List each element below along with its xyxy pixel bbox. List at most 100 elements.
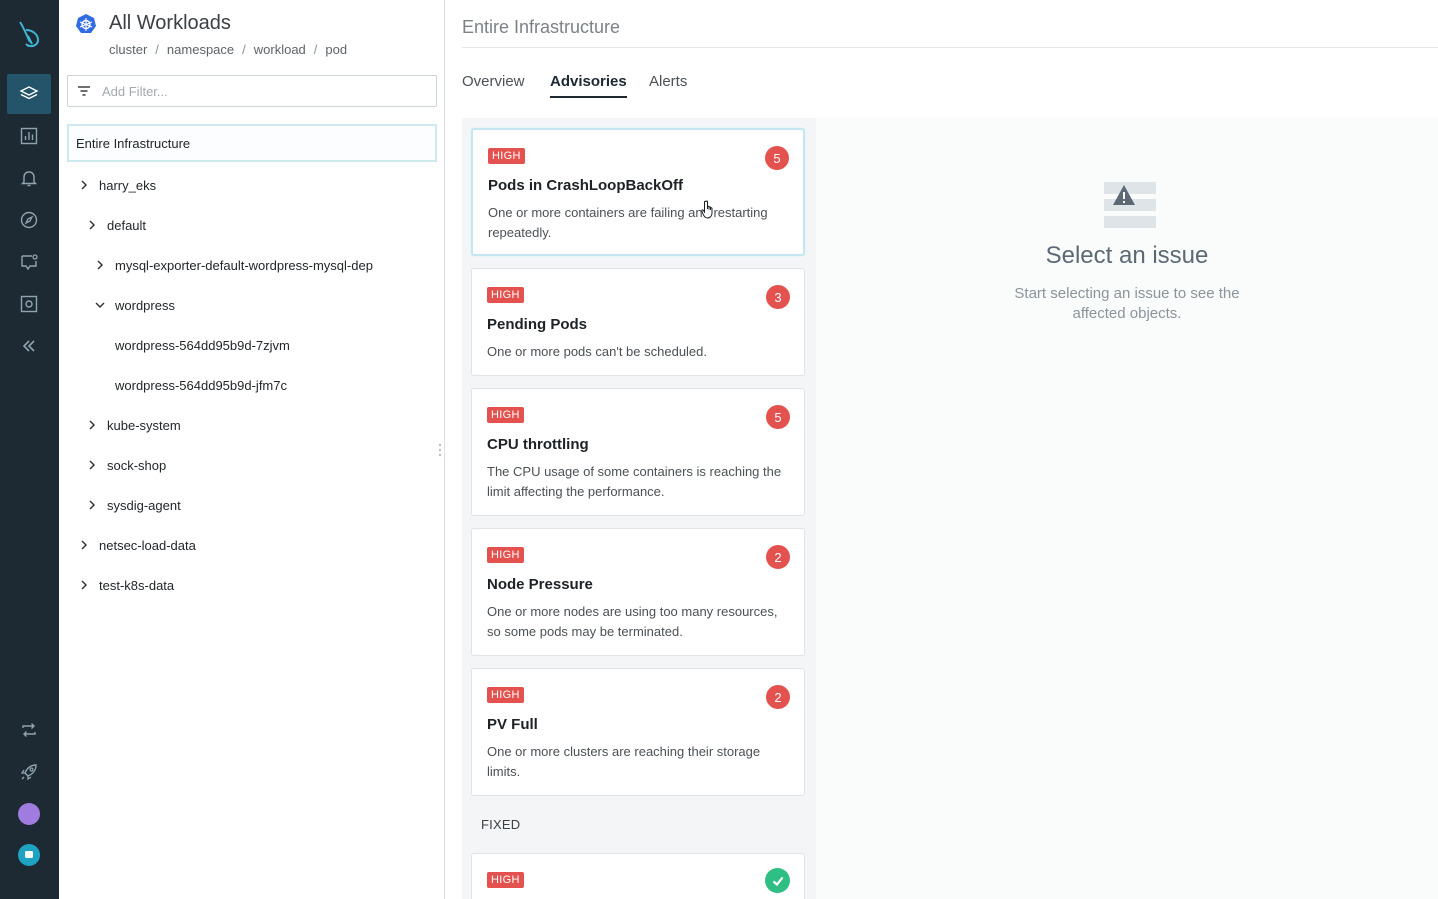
tree-item-netsec-load-data[interactable]: netsec-load-data: [77, 535, 196, 555]
tree-item-entire-infrastructure[interactable]: Entire Infrastructure: [67, 124, 437, 162]
breadcrumb-separator: /: [155, 42, 159, 57]
tree-item-default[interactable]: default: [85, 215, 146, 235]
issue-title: CPU throttling: [487, 436, 589, 453]
filter-input[interactable]: [102, 76, 422, 106]
kubernetes-icon: [76, 14, 96, 33]
chevron-right-icon[interactable]: [77, 538, 91, 552]
tab-overview[interactable]: Overview: [462, 73, 525, 96]
nav-events-button[interactable]: [7, 242, 51, 282]
breadcrumb-separator: /: [313, 42, 318, 57]
issue-card-pv-full[interactable]: HIGH 2 PV Full One or more clusters are …: [471, 668, 805, 796]
tree-item-harry-eks[interactable]: harry_eks: [77, 175, 156, 195]
filter-icon: [78, 86, 90, 96]
empty-state-text-content: Start selecting an issue to see the affe…: [1014, 285, 1240, 322]
breadcrumb-pod[interactable]: pod: [325, 42, 347, 57]
severity-badge: HIGH: [487, 407, 524, 423]
tree-item-pod[interactable]: wordpress-564dd95b9d-jfm7c: [115, 375, 287, 395]
collapse-nav-button[interactable]: [7, 326, 51, 366]
capture-camera-icon: [20, 295, 38, 313]
tree-item-label: wordpress: [115, 297, 175, 313]
issue-count-badge: 2: [766, 545, 790, 569]
breadcrumb-separator: /: [242, 42, 246, 57]
chevron-down-icon[interactable]: [93, 298, 107, 312]
issue-title: Node Pressure: [487, 576, 593, 593]
chevron-right-icon[interactable]: [77, 178, 91, 192]
tree-item-sock-shop[interactable]: sock-shop: [85, 455, 166, 475]
workloads-pane: All Workloads cluster / namespace / work…: [59, 0, 445, 899]
chevron-right-icon[interactable]: [85, 458, 99, 472]
tab-alerts[interactable]: Alerts: [649, 73, 687, 96]
pane-resize-handle[interactable]: [438, 443, 442, 457]
main-content: Entire Infrastructure Overview Advisorie…: [445, 0, 1438, 899]
nav-captures-button[interactable]: [7, 284, 51, 324]
dashboard-chart-icon: [20, 127, 38, 145]
issue-card-node-pressure[interactable]: HIGH 2 Node Pressure One or more nodes a…: [471, 528, 805, 656]
tree-item-label: netsec-load-data: [99, 537, 196, 553]
chat-bubble-icon: [25, 851, 33, 858]
tree-item-test-k8s-data[interactable]: test-k8s-data: [77, 575, 174, 595]
empty-state-text: Start selecting an issue to see the affe…: [816, 284, 1438, 324]
tree-item-label: mysql-exporter-default-wordpress-mysql-d…: [115, 257, 373, 273]
issue-title: PV Full: [487, 716, 538, 733]
issue-description: One or more nodes are using too many res…: [487, 604, 778, 639]
user-avatar[interactable]: [18, 803, 40, 825]
tree-item-label: sock-shop: [107, 457, 167, 473]
issue-card-cpu-throttling[interactable]: HIGH 5 CPU throttling The CPU usage of s…: [471, 388, 805, 516]
issue-title: Pods in CrashLoopBackOff: [488, 177, 684, 194]
tree-item-label: wordpress-564dd95b9d-7zjvm: [115, 337, 290, 353]
chevron-right-icon[interactable]: [77, 578, 91, 592]
issue-card-crashloopbackoff[interactable]: HIGH 5 Pods in CrashLoopBackOff One or m…: [471, 128, 805, 256]
chevron-right-icon[interactable]: [85, 418, 99, 432]
sysdig-logo-icon[interactable]: [14, 18, 44, 50]
events-chat-icon: [21, 254, 38, 271]
tree-item-pod[interactable]: wordpress-564dd95b9d-7zjvm: [115, 335, 290, 355]
issue-count-badge: 3: [766, 285, 790, 309]
help-chat-button[interactable]: [18, 844, 40, 866]
empty-state-title: Select an issue: [1045, 242, 1209, 269]
chevron-right-icon[interactable]: [85, 218, 99, 232]
hand-cursor-icon: [701, 200, 713, 219]
tree-item-mysql-exporter[interactable]: mysql-exporter-default-wordpress-mysql-d…: [93, 255, 373, 275]
nav-alerts-button[interactable]: [7, 158, 51, 198]
workloads-title: All Workloads: [109, 12, 231, 34]
tree-item-label: kube-system: [107, 417, 181, 433]
issue-description: One or more pods can't be scheduled.: [487, 344, 708, 359]
issue-detail-panel: Select an issue Start selecting an issue…: [816, 118, 1438, 899]
nav-dashboards-button[interactable]: [7, 116, 51, 156]
chevron-right-icon[interactable]: [85, 498, 99, 512]
divider: [462, 47, 1438, 48]
nav-explore-button[interactable]: [7, 74, 51, 114]
breadcrumb-namespace[interactable]: namespace: [167, 42, 234, 57]
tree-item-wordpress[interactable]: wordpress: [93, 295, 175, 315]
breadcrumb: cluster / namespace / workload / pod: [109, 42, 347, 57]
page-title: Entire Infrastructure: [462, 17, 621, 37]
tree-item-label: harry_eks: [99, 177, 157, 193]
nav-explore-compass-button[interactable]: [7, 200, 51, 240]
severity-badge: HIGH: [487, 287, 524, 303]
rocket-icon: [20, 764, 37, 781]
collapse-double-chevron-icon: [22, 340, 35, 352]
issue-card-fixed[interactable]: HIGH: [471, 853, 805, 899]
tree-item-label: default: [107, 217, 147, 233]
tree-item-label: sysdig-agent: [107, 497, 181, 513]
tab-advisories[interactable]: Advisories: [550, 73, 627, 98]
left-nav-rail: [0, 0, 59, 899]
issue-description: One or more clusters are reaching their …: [487, 744, 761, 779]
tree-item-label: Entire Infrastructure: [76, 136, 191, 151]
integrations-arrows-icon: [22, 723, 36, 737]
issue-card-pending-pods[interactable]: HIGH 3 Pending Pods One or more pods can…: [471, 268, 805, 376]
tree-item-label: wordpress-564dd95b9d-jfm7c: [115, 377, 287, 393]
check-circle-icon: [765, 868, 790, 893]
filter-box[interactable]: [67, 75, 437, 107]
app-window: All Workloads cluster / namespace / work…: [0, 0, 1438, 899]
advisories-list: HIGH 5 Pods in CrashLoopBackOff One or m…: [462, 118, 816, 899]
severity-badge: HIGH: [487, 547, 524, 563]
breadcrumb-cluster[interactable]: cluster: [109, 42, 147, 57]
tree-item-kube-system[interactable]: kube-system: [85, 415, 181, 435]
nav-integrations-button[interactable]: [7, 710, 51, 750]
severity-badge: HIGH: [487, 872, 524, 888]
chevron-right-icon[interactable]: [93, 258, 107, 272]
breadcrumb-workload[interactable]: workload: [254, 42, 306, 57]
tree-item-sysdig-agent[interactable]: sysdig-agent: [85, 495, 181, 515]
nav-getting-started-button[interactable]: [7, 752, 51, 792]
